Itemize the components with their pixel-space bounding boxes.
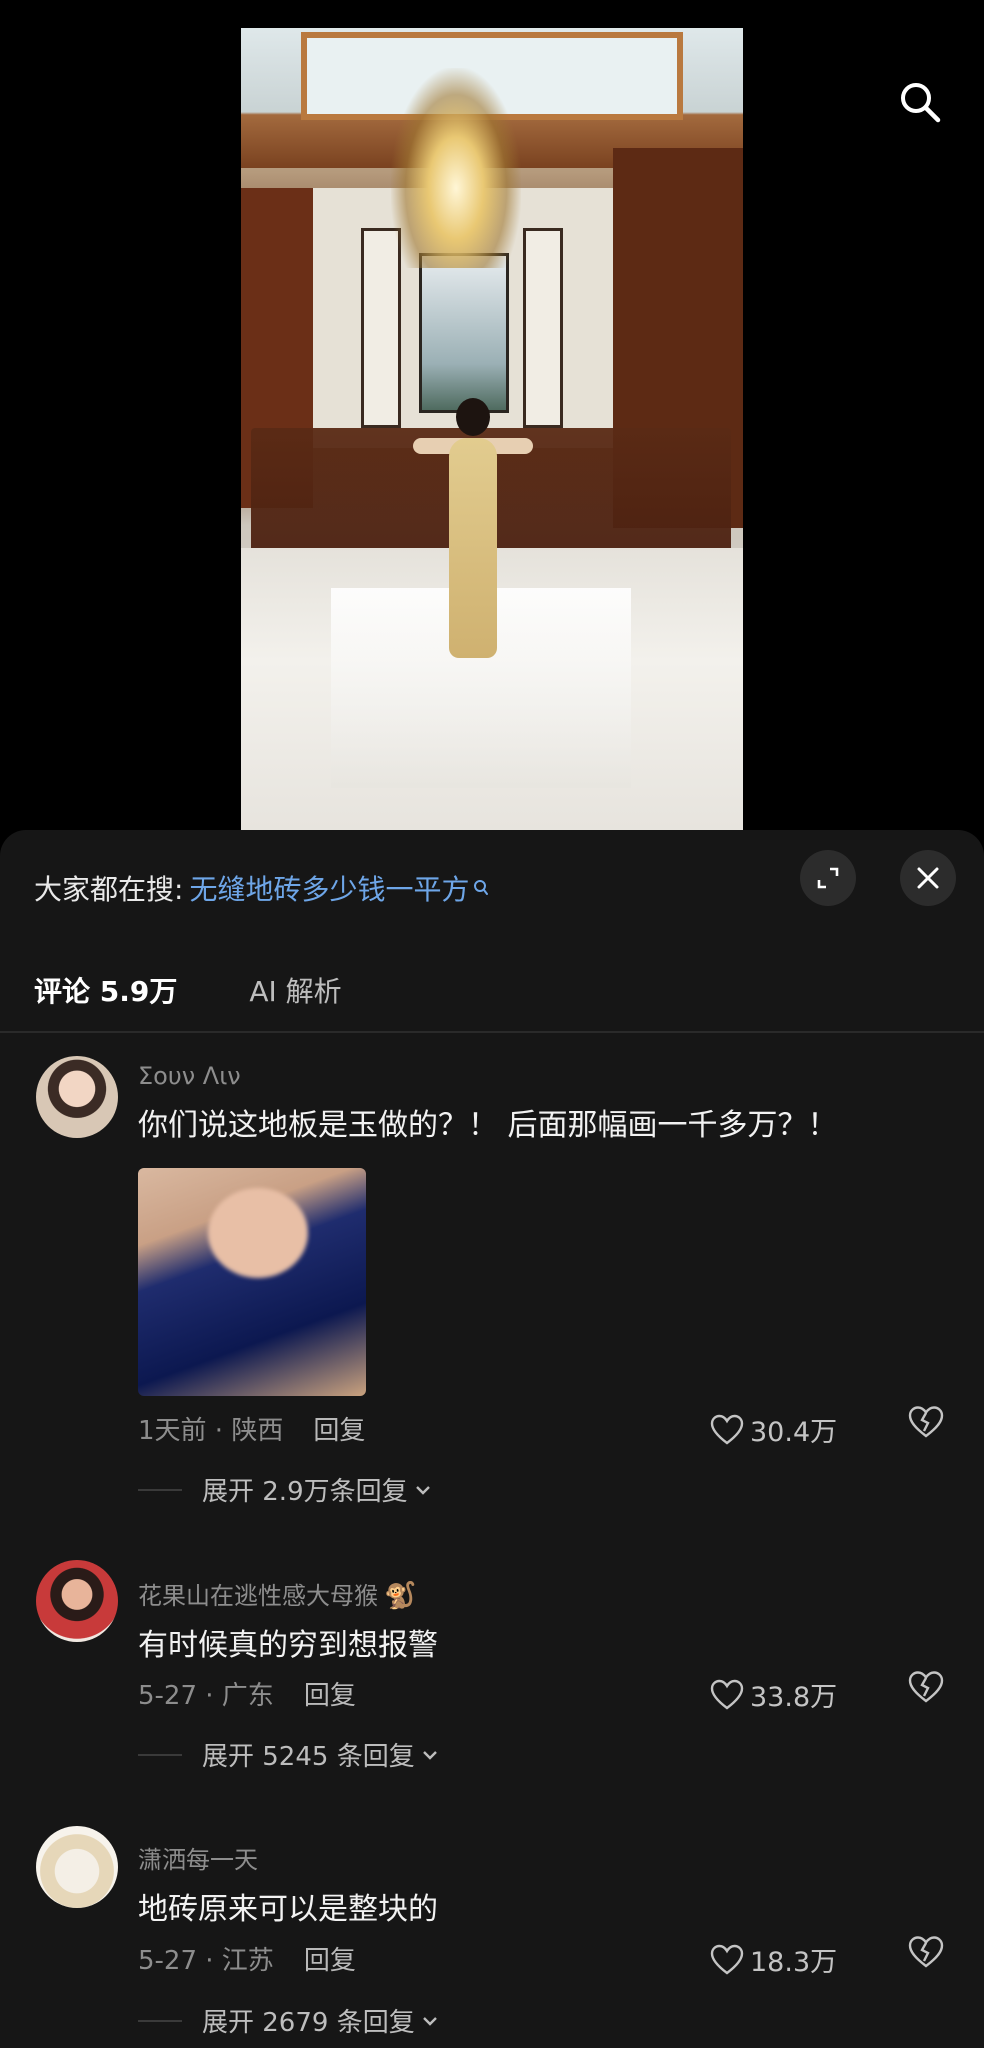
close-button[interactable] (900, 850, 956, 906)
search-icon (901, 83, 941, 123)
avatar[interactable] (36, 1826, 118, 1908)
dislike-button[interactable] (906, 1667, 946, 1707)
comment-text: 有时候真的穷到想报警 (138, 1628, 438, 1663)
tab-divider (0, 1031, 984, 1033)
hot-search-term[interactable]: 无缝地砖多少钱一平方 (189, 868, 469, 908)
chandelier (391, 68, 521, 268)
hot-search-prefix: 大家都在搜: (34, 873, 184, 906)
hot-search-bar[interactable]: 大家都在搜: 无缝地砖多少钱一平方 (34, 866, 489, 910)
comment-username[interactable]: 潇洒每一天 (138, 1840, 258, 1875)
comment-meta: 5-27 · 广东 回复 (138, 1675, 356, 1712)
expand-replies-label: 展开 2.9万条回复 (202, 1477, 408, 1507)
comment-meta: 1天前 · 陕西 回复 (138, 1410, 365, 1447)
like-count: 18.3万 (750, 1947, 838, 1978)
comment-meta: 5-27 · 江苏 回复 (138, 1940, 356, 1977)
dancer (413, 398, 533, 678)
comment-time-location: 1天前 · 陕西 (138, 1416, 284, 1446)
tab-bar: 评论 5.9万 AI 解析 (34, 960, 342, 1020)
like-count: 30.4万 (750, 1417, 838, 1448)
comment-username[interactable]: Σουν Λιν (138, 1062, 241, 1090)
comment-time-location: 5-27 · 广东 (138, 1681, 274, 1711)
expand-replies-button[interactable]: 展开 2.9万条回复 (138, 1471, 432, 1508)
painting (419, 253, 509, 413)
avatar[interactable] (36, 1056, 118, 1138)
broken-heart-icon (908, 1671, 944, 1703)
video-area[interactable] (0, 0, 984, 830)
like-button[interactable]: 33.8万 (710, 1675, 837, 1714)
comment-time-location: 5-27 · 江苏 (138, 1946, 274, 1976)
heart-icon (710, 1414, 744, 1445)
expand-button[interactable] (800, 850, 856, 906)
comment-text: 地砖原来可以是整块的 (138, 1892, 438, 1927)
like-count: 33.8万 (750, 1682, 838, 1713)
comment-text: 你们说这地板是玉做的？！ 后面那幅画一千多万？！ (138, 1108, 838, 1143)
expand-replies-button[interactable]: 展开 5245 条回复 (138, 1736, 439, 1773)
close-icon (917, 867, 939, 889)
comment-username[interactable]: 花果山在逃性感大母猴 🐒 (138, 1576, 416, 1611)
comments-sheet: 大家都在搜: 无缝地砖多少钱一平方 评论 5.9万 AI 解析 Σουν Λιν… (0, 830, 984, 2048)
expand-replies-label: 展开 2679 条回复 (202, 2008, 415, 2038)
heart-icon (710, 1944, 744, 1975)
tab-ai-analysis[interactable]: AI 解析 (249, 970, 341, 1010)
tab-comments[interactable]: 评论 5.9万 (34, 970, 177, 1010)
video-frame[interactable] (241, 28, 743, 830)
heart-icon (710, 1679, 744, 1710)
comment-item: 潇洒每一天 地砖原来可以是整块的 (0, 1826, 984, 2026)
broken-heart-icon (908, 1406, 944, 1438)
expand-replies-label: 展开 5245 条回复 (202, 1742, 415, 1772)
broken-heart-icon (908, 1936, 944, 1968)
like-button[interactable]: 18.3万 (710, 1940, 837, 1979)
reply-button[interactable]: 回复 (313, 1410, 365, 1447)
search-button[interactable] (890, 72, 950, 132)
expand-icon (817, 867, 839, 889)
comment-item: 花果山在逃性感大母猴 🐒 有时候真的穷到想报警 (0, 1560, 984, 1760)
chevron-down-icon (421, 1748, 439, 1762)
comment-image[interactable] (138, 1168, 366, 1396)
search-icon (473, 879, 489, 897)
dislike-button[interactable] (906, 1402, 946, 1442)
like-button[interactable]: 30.4万 (710, 1410, 837, 1449)
dislike-button[interactable] (906, 1932, 946, 1972)
chevron-down-icon (414, 1483, 432, 1497)
reply-button[interactable]: 回复 (304, 1675, 356, 1712)
chevron-down-icon (421, 2014, 439, 2028)
avatar[interactable] (36, 1560, 118, 1642)
expand-replies-button[interactable]: 展开 2679 条回复 (138, 2002, 439, 2039)
reply-button[interactable]: 回复 (304, 1940, 356, 1977)
monkey-emoji: 🐒 (384, 1581, 417, 1611)
